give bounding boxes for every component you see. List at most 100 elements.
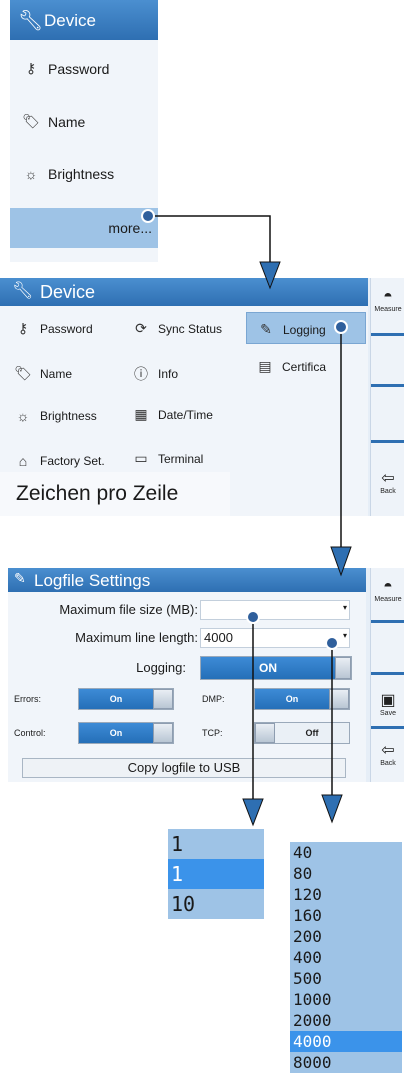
toggle-on-state: On bbox=[79, 689, 153, 709]
field-value: 4000 bbox=[204, 630, 233, 645]
toggle-label: On bbox=[285, 694, 299, 704]
menu-item-brightness[interactable]: ☼ Brightness bbox=[14, 408, 97, 424]
toggle-on-state: On bbox=[255, 689, 329, 709]
measure-label: Measure bbox=[374, 596, 402, 603]
measure-button[interactable]: ◓ Measure bbox=[371, 288, 404, 313]
save-button[interactable]: ▣ Save bbox=[371, 692, 404, 717]
menu-item-label: Logging bbox=[283, 322, 326, 337]
menu-item-label: Name bbox=[40, 366, 73, 381]
dropdown-option[interactable]: 160 bbox=[290, 905, 402, 926]
dropdown-option[interactable]: 400 bbox=[290, 947, 402, 968]
menu-item-info[interactable]: ⓘ Info bbox=[132, 364, 178, 384]
sun-icon: ☼ bbox=[24, 166, 38, 182]
connector-line bbox=[148, 215, 271, 262]
info-icon: ⓘ bbox=[134, 366, 148, 382]
dropdown-option[interactable]: 1000 bbox=[290, 989, 402, 1010]
dropdown-option[interactable]: 2000 bbox=[290, 1010, 402, 1031]
control-toggle[interactable]: On bbox=[78, 722, 174, 744]
errors-toggle[interactable]: On bbox=[78, 688, 174, 710]
menu-item-name[interactable]: 🏷︎ Name bbox=[14, 365, 72, 382]
menu-item-label: Brightness bbox=[40, 409, 97, 423]
tcp-toggle[interactable]: Off bbox=[254, 722, 350, 744]
key-icon: ⚷ bbox=[25, 60, 37, 76]
logging-label: Logging: bbox=[136, 660, 186, 675]
calendar-icon: ▦ bbox=[134, 406, 148, 422]
measure-button[interactable]: ◓ Measure bbox=[371, 578, 404, 603]
toggle-knob bbox=[153, 689, 173, 709]
copy-logfile-button[interactable]: Copy logfile to USB bbox=[22, 758, 346, 778]
wrench-icon: 🔧︎ bbox=[12, 281, 34, 300]
connector-dot bbox=[246, 610, 260, 624]
panel-header: 🔧︎ Device bbox=[0, 278, 368, 306]
connector-dot bbox=[334, 320, 348, 334]
toggle-knob bbox=[329, 689, 349, 709]
menu-item-label: Certifica bbox=[282, 359, 327, 374]
menu-item-date-time[interactable]: ▦ Date/Time bbox=[132, 406, 213, 423]
dropdown-option[interactable]: 120 bbox=[290, 884, 402, 905]
button-label: Copy logfile to USB bbox=[127, 760, 241, 775]
menu-item-label: Password bbox=[48, 60, 110, 77]
logging-row: ✎ Logging bbox=[257, 321, 326, 338]
toggle-label: Off bbox=[305, 728, 319, 738]
dmp-toggle[interactable]: On bbox=[254, 688, 350, 710]
menu-item-brightness[interactable]: ☼ Brightness bbox=[22, 166, 115, 182]
max-line-length-label: Maximum line length: bbox=[75, 630, 198, 645]
side-toolbar: ◓ Measure ▣ Save ⇦ Back bbox=[370, 568, 404, 782]
save-label: Save bbox=[380, 710, 396, 717]
back-arrow-icon: ⇦ bbox=[381, 742, 395, 759]
logging-icon: ✎ bbox=[260, 321, 272, 337]
key-icon: ⚷ bbox=[17, 320, 29, 336]
divider bbox=[371, 672, 404, 675]
menu-item-terminal[interactable]: ▭ Terminal bbox=[132, 450, 203, 467]
dropdown-option[interactable]: 8000 bbox=[290, 1052, 402, 1073]
menu-item-password[interactable]: ⚷ Password bbox=[14, 320, 93, 337]
tag-icon: 🏷︎ bbox=[22, 113, 40, 129]
menu-item-sync-status[interactable]: ⟳ Sync Status bbox=[132, 320, 222, 337]
floppy-disk-icon: ▣ bbox=[380, 692, 396, 709]
menu-item-label: Date/Time bbox=[158, 407, 213, 422]
menu-item-label: Brightness bbox=[48, 166, 115, 182]
connector-dot bbox=[141, 209, 155, 223]
menu-item-name[interactable]: 🏷︎ Name bbox=[22, 113, 85, 130]
panel-header: ✎ Logfile Settings bbox=[8, 568, 366, 592]
divider bbox=[371, 384, 404, 387]
dropdown-arrow-icon: ▾ bbox=[342, 603, 347, 612]
sync-icon: ⟳ bbox=[135, 320, 147, 336]
dropdown-option[interactable]: 200 bbox=[290, 926, 402, 947]
logging-toggle[interactable]: ON bbox=[200, 656, 352, 680]
dropdown-option[interactable]: 1 bbox=[168, 829, 264, 859]
tooltip-text: Zeichen pro Zeile bbox=[16, 482, 179, 505]
menu-list: ⚷ Password 🏷︎ Name ☼ Brightness more... bbox=[10, 40, 158, 262]
device-panel-small: 🔧︎ Device ⚷ Password 🏷︎ Name ☼ Brightnes… bbox=[10, 0, 158, 262]
dropdown-option[interactable]: 10 bbox=[168, 889, 264, 919]
tcp-label: TCP: bbox=[202, 728, 223, 738]
control-label: Control: bbox=[14, 728, 46, 738]
menu-item-logging[interactable]: ✎ Logging bbox=[246, 312, 366, 344]
menu-item-certificate[interactable]: ▤ Certifica bbox=[256, 358, 326, 375]
divider bbox=[371, 620, 404, 623]
dropdown-option[interactable]: 500 bbox=[290, 968, 402, 989]
errors-label: Errors: bbox=[14, 694, 41, 704]
back-button[interactable]: ⇦ Back bbox=[371, 742, 404, 767]
logfile-settings-panel: ✎ Logfile Settings Maximum file size (MB… bbox=[8, 568, 404, 782]
toggle-label: ON bbox=[259, 661, 277, 675]
max-file-size-field[interactable]: ▾ bbox=[200, 600, 350, 620]
connector-dot bbox=[325, 636, 339, 650]
dropdown-option[interactable]: 1 bbox=[168, 859, 264, 889]
back-button[interactable]: ⇦ Back bbox=[371, 470, 404, 495]
menu-item-label: Factory Set. bbox=[40, 454, 105, 468]
more-button[interactable]: more... bbox=[10, 208, 158, 248]
file-size-dropdown-list[interactable]: 1 1 10 bbox=[168, 829, 264, 919]
menu-item-label: Name bbox=[48, 113, 86, 130]
dropdown-option[interactable]: 80 bbox=[290, 863, 402, 884]
menu-item-password[interactable]: ⚷ Password bbox=[22, 60, 110, 77]
menu-item-label: Password bbox=[40, 321, 93, 336]
line-length-dropdown-list[interactable]: 40 80 120 160 200 400 500 1000 2000 4000 8000 bbox=[290, 842, 402, 1073]
menu-item-factory-set[interactable]: ⌂ Factory Set. bbox=[14, 453, 105, 469]
dropdown-option[interactable]: 40 bbox=[290, 842, 402, 863]
dropdown-option[interactable]: 4000 bbox=[290, 1031, 402, 1052]
logging-icon: ✎ bbox=[14, 570, 26, 586]
toggle-label: On bbox=[109, 694, 123, 704]
dropdown-arrow-icon: ▾ bbox=[342, 631, 347, 640]
toggle-on-state: ON bbox=[201, 657, 335, 679]
